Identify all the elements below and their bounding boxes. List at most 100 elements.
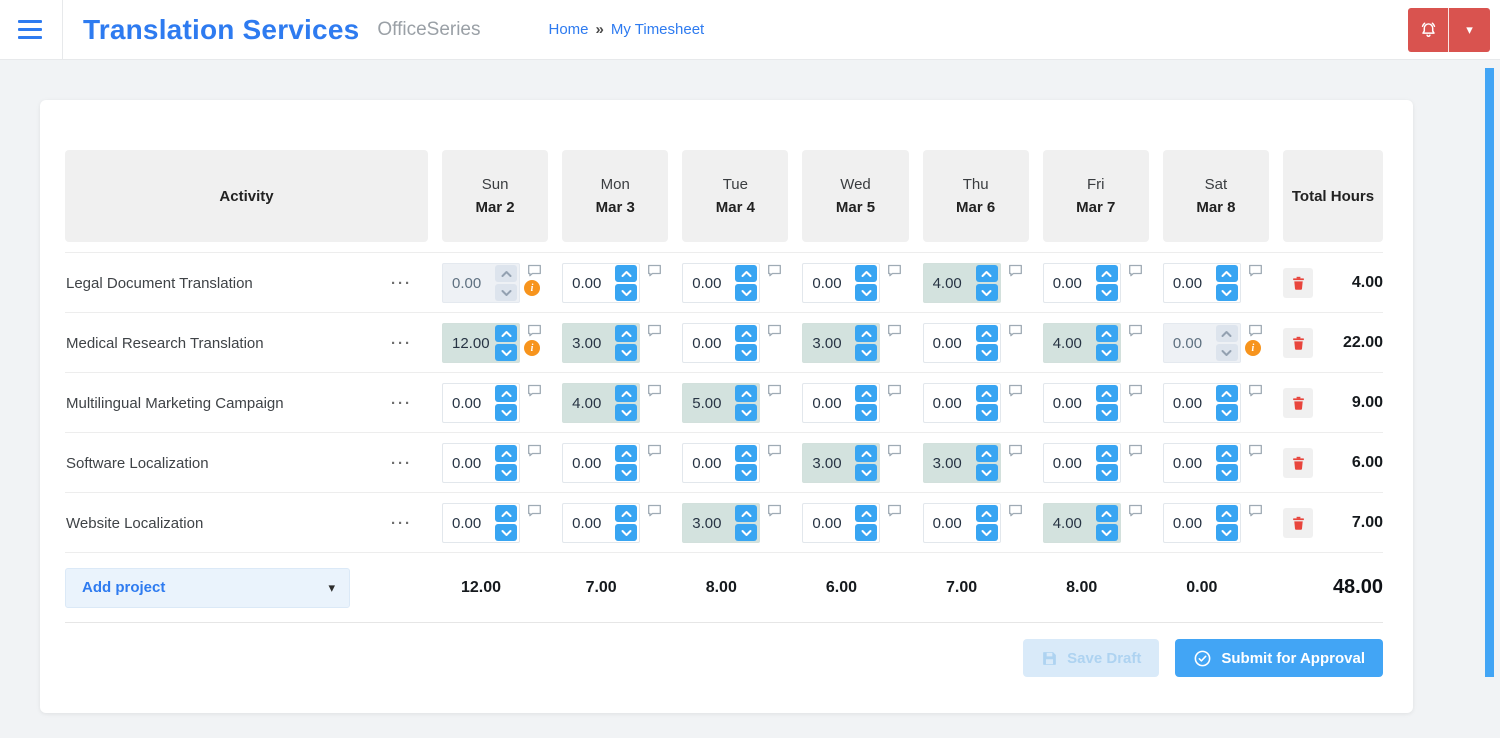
decrement-button[interactable]	[735, 284, 758, 301]
increment-button[interactable]	[735, 325, 758, 342]
decrement-button[interactable]	[855, 524, 878, 541]
hours-input[interactable]	[683, 334, 730, 352]
hours-input[interactable]	[563, 334, 610, 352]
comment-button[interactable]	[647, 504, 662, 517]
decrement-button[interactable]	[495, 464, 517, 481]
increment-button[interactable]	[975, 445, 998, 462]
hours-input[interactable]	[1043, 394, 1090, 412]
row-options-button[interactable]: ···	[389, 274, 414, 293]
increment-button[interactable]	[1215, 445, 1238, 462]
comment-button[interactable]	[887, 504, 902, 517]
comment-button[interactable]	[1128, 444, 1143, 457]
comment-button[interactable]	[887, 264, 902, 277]
vertical-scrollbar[interactable]	[1485, 68, 1494, 677]
hours-input[interactable]	[1043, 514, 1090, 532]
hours-input[interactable]	[683, 454, 730, 472]
comment-button[interactable]	[527, 444, 542, 457]
row-options-button[interactable]: ···	[389, 454, 414, 473]
hours-input[interactable]	[683, 274, 730, 292]
row-options-button[interactable]: ···	[389, 334, 414, 353]
comment-button[interactable]	[527, 324, 542, 337]
increment-button[interactable]	[855, 265, 878, 282]
decrement-button[interactable]	[855, 464, 878, 481]
delete-row-button[interactable]	[1283, 388, 1313, 418]
increment-button[interactable]	[615, 445, 638, 462]
hours-input[interactable]	[443, 514, 489, 532]
decrement-button[interactable]	[1095, 284, 1118, 301]
decrement-button[interactable]	[1215, 284, 1238, 301]
increment-button[interactable]	[495, 325, 517, 342]
hours-input[interactable]	[923, 454, 970, 472]
increment-button[interactable]	[615, 265, 638, 282]
decrement-button[interactable]	[735, 464, 758, 481]
hours-input[interactable]	[443, 334, 489, 352]
increment-button[interactable]	[735, 505, 758, 522]
row-options-button[interactable]: ···	[389, 514, 414, 533]
increment-button[interactable]	[495, 505, 517, 522]
decrement-button[interactable]	[615, 464, 638, 481]
comment-button[interactable]	[647, 264, 662, 277]
hours-input[interactable]	[683, 394, 730, 412]
increment-button[interactable]	[975, 385, 998, 402]
increment-button[interactable]	[855, 445, 878, 462]
delete-row-button[interactable]	[1283, 268, 1313, 298]
decrement-button[interactable]	[495, 344, 517, 361]
comment-button[interactable]	[1248, 324, 1263, 337]
comment-button[interactable]	[1248, 384, 1263, 397]
increment-button[interactable]	[1095, 505, 1118, 522]
hours-input[interactable]	[803, 274, 850, 292]
hours-input[interactable]	[1043, 454, 1090, 472]
comment-button[interactable]	[767, 324, 782, 337]
menu-button[interactable]	[8, 8, 52, 52]
hours-input[interactable]	[443, 394, 489, 412]
comment-button[interactable]	[887, 444, 902, 457]
increment-button[interactable]	[1215, 385, 1238, 402]
increment-button[interactable]	[615, 505, 638, 522]
decrement-button[interactable]	[735, 404, 758, 421]
comment-button[interactable]	[1248, 264, 1263, 277]
decrement-button[interactable]	[855, 344, 878, 361]
submit-for-approval-button[interactable]: Submit for Approval	[1175, 639, 1383, 677]
hours-input[interactable]	[1163, 454, 1210, 472]
hours-input[interactable]	[563, 274, 610, 292]
decrement-button[interactable]	[855, 284, 878, 301]
increment-button[interactable]	[1095, 445, 1118, 462]
decrement-button[interactable]	[975, 344, 998, 361]
hours-input[interactable]	[923, 334, 970, 352]
decrement-button[interactable]	[975, 404, 998, 421]
save-draft-button[interactable]: Save Draft	[1023, 639, 1160, 677]
add-project-select[interactable]: Add project ▾	[65, 567, 350, 608]
comment-button[interactable]	[767, 264, 782, 277]
increment-button[interactable]	[855, 385, 878, 402]
delete-row-button[interactable]	[1283, 448, 1313, 478]
hours-input[interactable]	[923, 394, 970, 412]
hours-input[interactable]	[563, 394, 610, 412]
comment-button[interactable]	[1128, 504, 1143, 517]
comment-button[interactable]	[767, 444, 782, 457]
increment-button[interactable]	[1215, 505, 1238, 522]
increment-button[interactable]	[1095, 385, 1118, 402]
hours-input[interactable]	[803, 334, 850, 352]
hours-input[interactable]	[803, 394, 850, 412]
comment-button[interactable]	[1248, 444, 1263, 457]
increment-button[interactable]	[735, 385, 758, 402]
comment-button[interactable]	[1008, 444, 1023, 457]
comment-button[interactable]	[887, 324, 902, 337]
decrement-button[interactable]	[495, 524, 517, 541]
decrement-button[interactable]	[975, 464, 998, 481]
hours-input[interactable]	[1043, 334, 1090, 352]
decrement-button[interactable]	[495, 404, 517, 421]
hours-input[interactable]	[923, 514, 970, 532]
decrement-button[interactable]	[735, 524, 758, 541]
decrement-button[interactable]	[975, 284, 998, 301]
hours-input[interactable]	[803, 514, 850, 532]
hours-input[interactable]	[563, 454, 610, 472]
decrement-button[interactable]	[975, 524, 998, 541]
hours-input[interactable]	[563, 514, 610, 532]
increment-button[interactable]	[975, 325, 998, 342]
increment-button[interactable]	[1095, 325, 1118, 342]
increment-button[interactable]	[975, 265, 998, 282]
delete-row-button[interactable]	[1283, 508, 1313, 538]
increment-button[interactable]	[1095, 265, 1118, 282]
comment-button[interactable]	[527, 504, 542, 517]
